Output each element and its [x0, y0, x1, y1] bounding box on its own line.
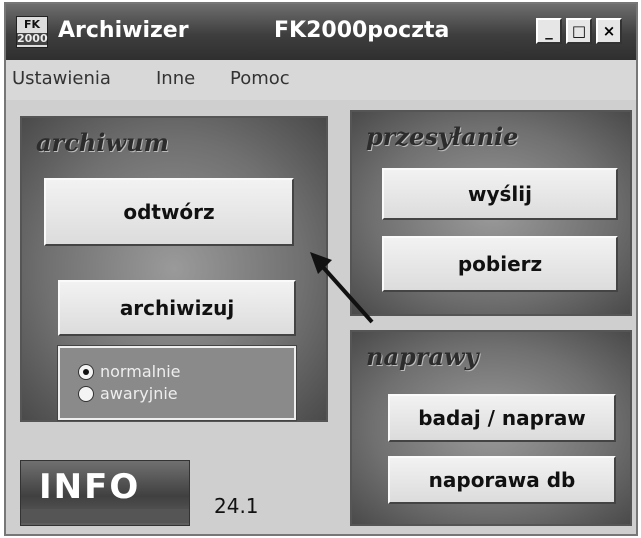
check-repair-button[interactable]: badaj / napraw [388, 394, 616, 442]
przesylanie-panel: przesyłanie wyślij pobierz [350, 110, 632, 316]
database-name: FK2000poczta [274, 18, 450, 43]
app-icon-bottom-text: 2000 [17, 32, 48, 45]
app-icon[interactable]: FK 2000 [16, 16, 48, 48]
naprawy-title: naprawy [366, 342, 479, 371]
app-window: FK 2000 Archiwizer FK2000poczta _ □ × Us… [4, 2, 638, 536]
menu-bar: Ustawienia Inne Pomoc [6, 60, 636, 100]
radio-normalnie[interactable] [78, 364, 94, 380]
info-button[interactable]: INFO [20, 460, 190, 526]
menu-ustawienia[interactable]: Ustawienia [12, 68, 111, 89]
archiwum-panel: archiwum odtwórz archiwizuj normalnie aw… [20, 116, 328, 422]
menu-inne[interactable]: Inne [156, 68, 195, 89]
radio-awaryjnie[interactable] [78, 386, 94, 402]
db-repair-button[interactable]: naporawa db [388, 456, 616, 504]
radio-normalnie-label: normalnie [100, 362, 181, 381]
minimize-button[interactable]: _ [536, 18, 562, 44]
fetch-button[interactable]: pobierz [382, 236, 618, 292]
close-button[interactable]: × [596, 18, 622, 44]
version-label: 24.1 [214, 494, 259, 518]
title-bar[interactable]: FK 2000 Archiwizer FK2000poczta _ □ × [6, 4, 636, 60]
info-label: INFO [39, 467, 141, 507]
send-button[interactable]: wyślij [382, 168, 618, 220]
app-icon-top-text: FK [23, 18, 41, 31]
info-decoration [21, 509, 189, 523]
radio-selected-dot [83, 369, 89, 375]
restore-button[interactable]: odtwórz [44, 178, 294, 246]
mode-radio-group: normalnie awaryjnie [57, 345, 297, 421]
menu-pomoc[interactable]: Pomoc [230, 68, 290, 89]
archive-button[interactable]: archiwizuj [58, 280, 296, 336]
archiwum-title: archiwum [36, 128, 169, 157]
przesylanie-title: przesyłanie [366, 122, 519, 151]
naprawy-panel: naprawy badaj / napraw naporawa db [350, 330, 632, 526]
window-title: Archiwizer [58, 18, 189, 43]
radio-awaryjnie-label: awaryjnie [100, 384, 178, 403]
maximize-button[interactable]: □ [566, 18, 592, 44]
